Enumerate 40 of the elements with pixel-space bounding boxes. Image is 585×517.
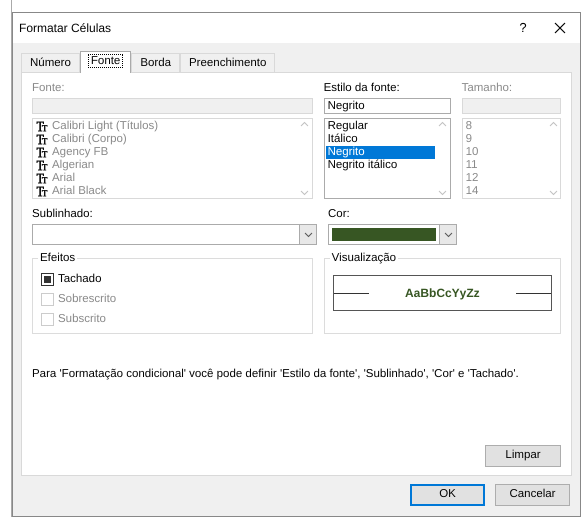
field-label: Fonte: [32, 81, 66, 95]
font-type-icon [36, 173, 48, 184]
field-label: Cor: [328, 207, 351, 221]
group-title: Visualização [330, 251, 398, 265]
field-label: Estilo da fonte: [324, 81, 401, 95]
list-item[interactable]: Negrito itálico [326, 159, 435, 172]
list-item[interactable]: Itálico [326, 133, 435, 146]
tab[interactable]: Fonte [80, 51, 132, 73]
checkbox-label[interactable]: Tachado [58, 272, 102, 286]
chevron-up-icon[interactable] [548, 121, 558, 127]
list-item[interactable]: Regular [326, 120, 435, 133]
field-label: Tamanho: [462, 81, 514, 95]
tab[interactable]: Borda [131, 53, 180, 72]
color-dropdown[interactable] [328, 224, 457, 245]
tab[interactable]: Número [21, 53, 80, 72]
window-title: Formatar Células [19, 20, 112, 37]
clear-button[interactable]: Limpar [485, 445, 561, 467]
checkbox[interactable] [41, 272, 54, 286]
font-style-list[interactable]: Regular Itálico Negrito Negrito itálico [324, 118, 451, 199]
preview-sample-text: AaBbCcYyZz [404, 285, 481, 302]
font-name-field[interactable] [32, 98, 313, 114]
help-button[interactable]: ? [508, 18, 538, 38]
field-label: Sublinhado: [32, 207, 94, 221]
font-type-icon [36, 121, 48, 132]
chevron-down-icon[interactable] [304, 232, 312, 238]
chevron-up-icon[interactable] [438, 121, 448, 127]
size-field[interactable] [462, 98, 562, 114]
font-type-icon [36, 134, 48, 145]
font-type-icon [36, 160, 48, 171]
list-item[interactable]: Negrito [326, 146, 435, 159]
chevron-down-icon[interactable] [444, 232, 452, 238]
font-type-icon [36, 147, 48, 158]
chevron-up-icon[interactable] [300, 121, 310, 127]
cancel-button[interactable]: Cancelar [495, 484, 570, 506]
info-text: Para 'Formatação condicional' você pode definir 'Estilo da fonte', 'Sublinhado', 'Cor' e 'Tachado'. [32, 367, 520, 381]
tab[interactable]: Preenchimento [180, 53, 276, 72]
ok-button[interactable]: OK [410, 484, 485, 506]
font-style-field[interactable]: Negrito [324, 98, 451, 114]
close-icon[interactable] [554, 22, 566, 34]
font-type-icon [36, 186, 48, 197]
